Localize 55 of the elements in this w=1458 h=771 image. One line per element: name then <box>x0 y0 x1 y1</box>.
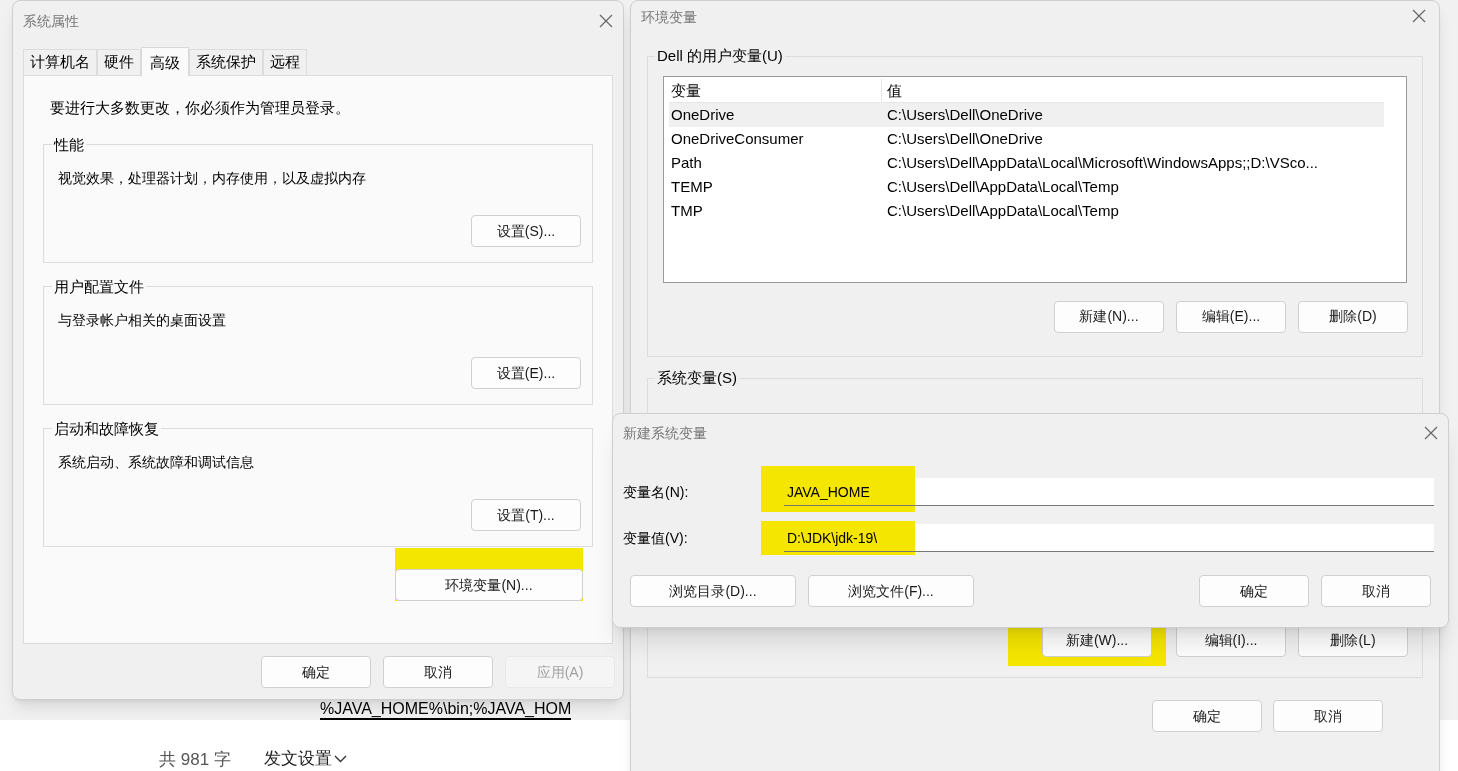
word-count: 共 981 字 <box>159 749 231 771</box>
group-title: 系统变量(S) <box>656 368 738 388</box>
group-title: 用户配置文件 <box>53 276 145 297</box>
group-title: 性能 <box>52 134 85 155</box>
tab[interactable]: 硬件 <box>97 49 141 75</box>
publish-settings-dropdown[interactable]: 发文设置 <box>264 746 347 771</box>
table-cell-text: TMP <box>670 200 704 221</box>
dialog-button[interactable]: 取消 <box>1321 575 1431 607</box>
table-cell-text: C:\Users\Dell\OneDrive <box>887 128 1044 149</box>
field-label: 变量名(N): <box>622 482 690 502</box>
group-title: 启动和故障恢复 <box>53 418 160 439</box>
table-cell-text: OneDriveConsumer <box>670 128 805 149</box>
table-row[interactable]: OneDrive C:\Users\Dell\OneDrive <box>669 102 1384 127</box>
table-cell-text: C:\Users\Dell\AppData\Local\Microsoft\WindowsApps;;D:\VSco... <box>887 152 1319 173</box>
tab[interactable]: 计算机名 <box>23 49 97 75</box>
group-description: 与登录帐户相关的桌面设置 <box>58 311 227 330</box>
column-header[interactable]: 变量 <box>669 78 882 102</box>
tab[interactable]: 远程 <box>263 49 307 75</box>
dialog-button[interactable]: 浏览目录(D)... <box>630 575 796 607</box>
table-cell-text: OneDrive <box>670 104 736 125</box>
window-title: 环境变量 <box>641 8 697 27</box>
table-cell-text: C:\Users\Dell\AppData\Local\Temp <box>887 176 1120 197</box>
dialog-button[interactable]: 设置(S)... <box>471 215 581 247</box>
group-description: 视觉效果，处理器计划，内存使用，以及虚拟内存 <box>58 169 367 188</box>
notice-text: 要进行大多数更改，你必须作为管理员登录。 <box>50 98 351 118</box>
dialog-button[interactable]: 设置(E)... <box>471 357 581 389</box>
field-label: 变量值(V): <box>622 528 689 548</box>
group-title: Dell 的用户变量(U) <box>656 46 784 66</box>
table-cell-text: C:\Users\Dell\OneDrive <box>887 104 1044 125</box>
group-description: 系统启动、系统故障和调试信息 <box>58 453 255 472</box>
dialog-button[interactable]: 确定 <box>1152 700 1262 732</box>
dialog-button[interactable]: 删除(D) <box>1298 300 1408 333</box>
tab[interactable]: 系统保护 <box>189 49 263 75</box>
dialog-button[interactable]: 环境变量(N)... <box>395 569 583 601</box>
dialog-button[interactable]: 取消 <box>383 656 493 688</box>
table-cell-text: TEMP <box>670 176 714 197</box>
dialog-button[interactable]: 确定 <box>1199 575 1309 607</box>
dialog-button[interactable]: 新建(N)... <box>1054 300 1164 333</box>
close-icon[interactable] <box>1424 426 1438 440</box>
column-header[interactable]: 值 <box>882 78 1384 102</box>
dialog-button[interactable]: 编辑(E)... <box>1176 300 1286 333</box>
table-cell-text: C:\Users\Dell\AppData\Local\Temp <box>887 200 1120 221</box>
dialog-button[interactable]: 取消 <box>1273 700 1383 732</box>
window-title: 系统属性 <box>23 11 79 31</box>
table-cell-text: Path <box>670 152 703 173</box>
tab[interactable]: 高级 <box>141 47 189 76</box>
input-field[interactable]: JAVA_HOME <box>784 478 1434 506</box>
dialog-button[interactable]: 确定 <box>261 656 371 688</box>
chevron-down-icon <box>334 754 347 763</box>
dialog-button[interactable]: 浏览文件(F)... <box>808 575 974 607</box>
close-icon[interactable] <box>1412 9 1426 23</box>
input-field[interactable]: D:\JDK\jdk-19\ <box>784 524 1434 552</box>
close-icon[interactable] <box>599 14 613 28</box>
dialog-button[interactable]: 设置(T)... <box>471 499 581 531</box>
window-title: 新建系统变量 <box>623 423 707 443</box>
